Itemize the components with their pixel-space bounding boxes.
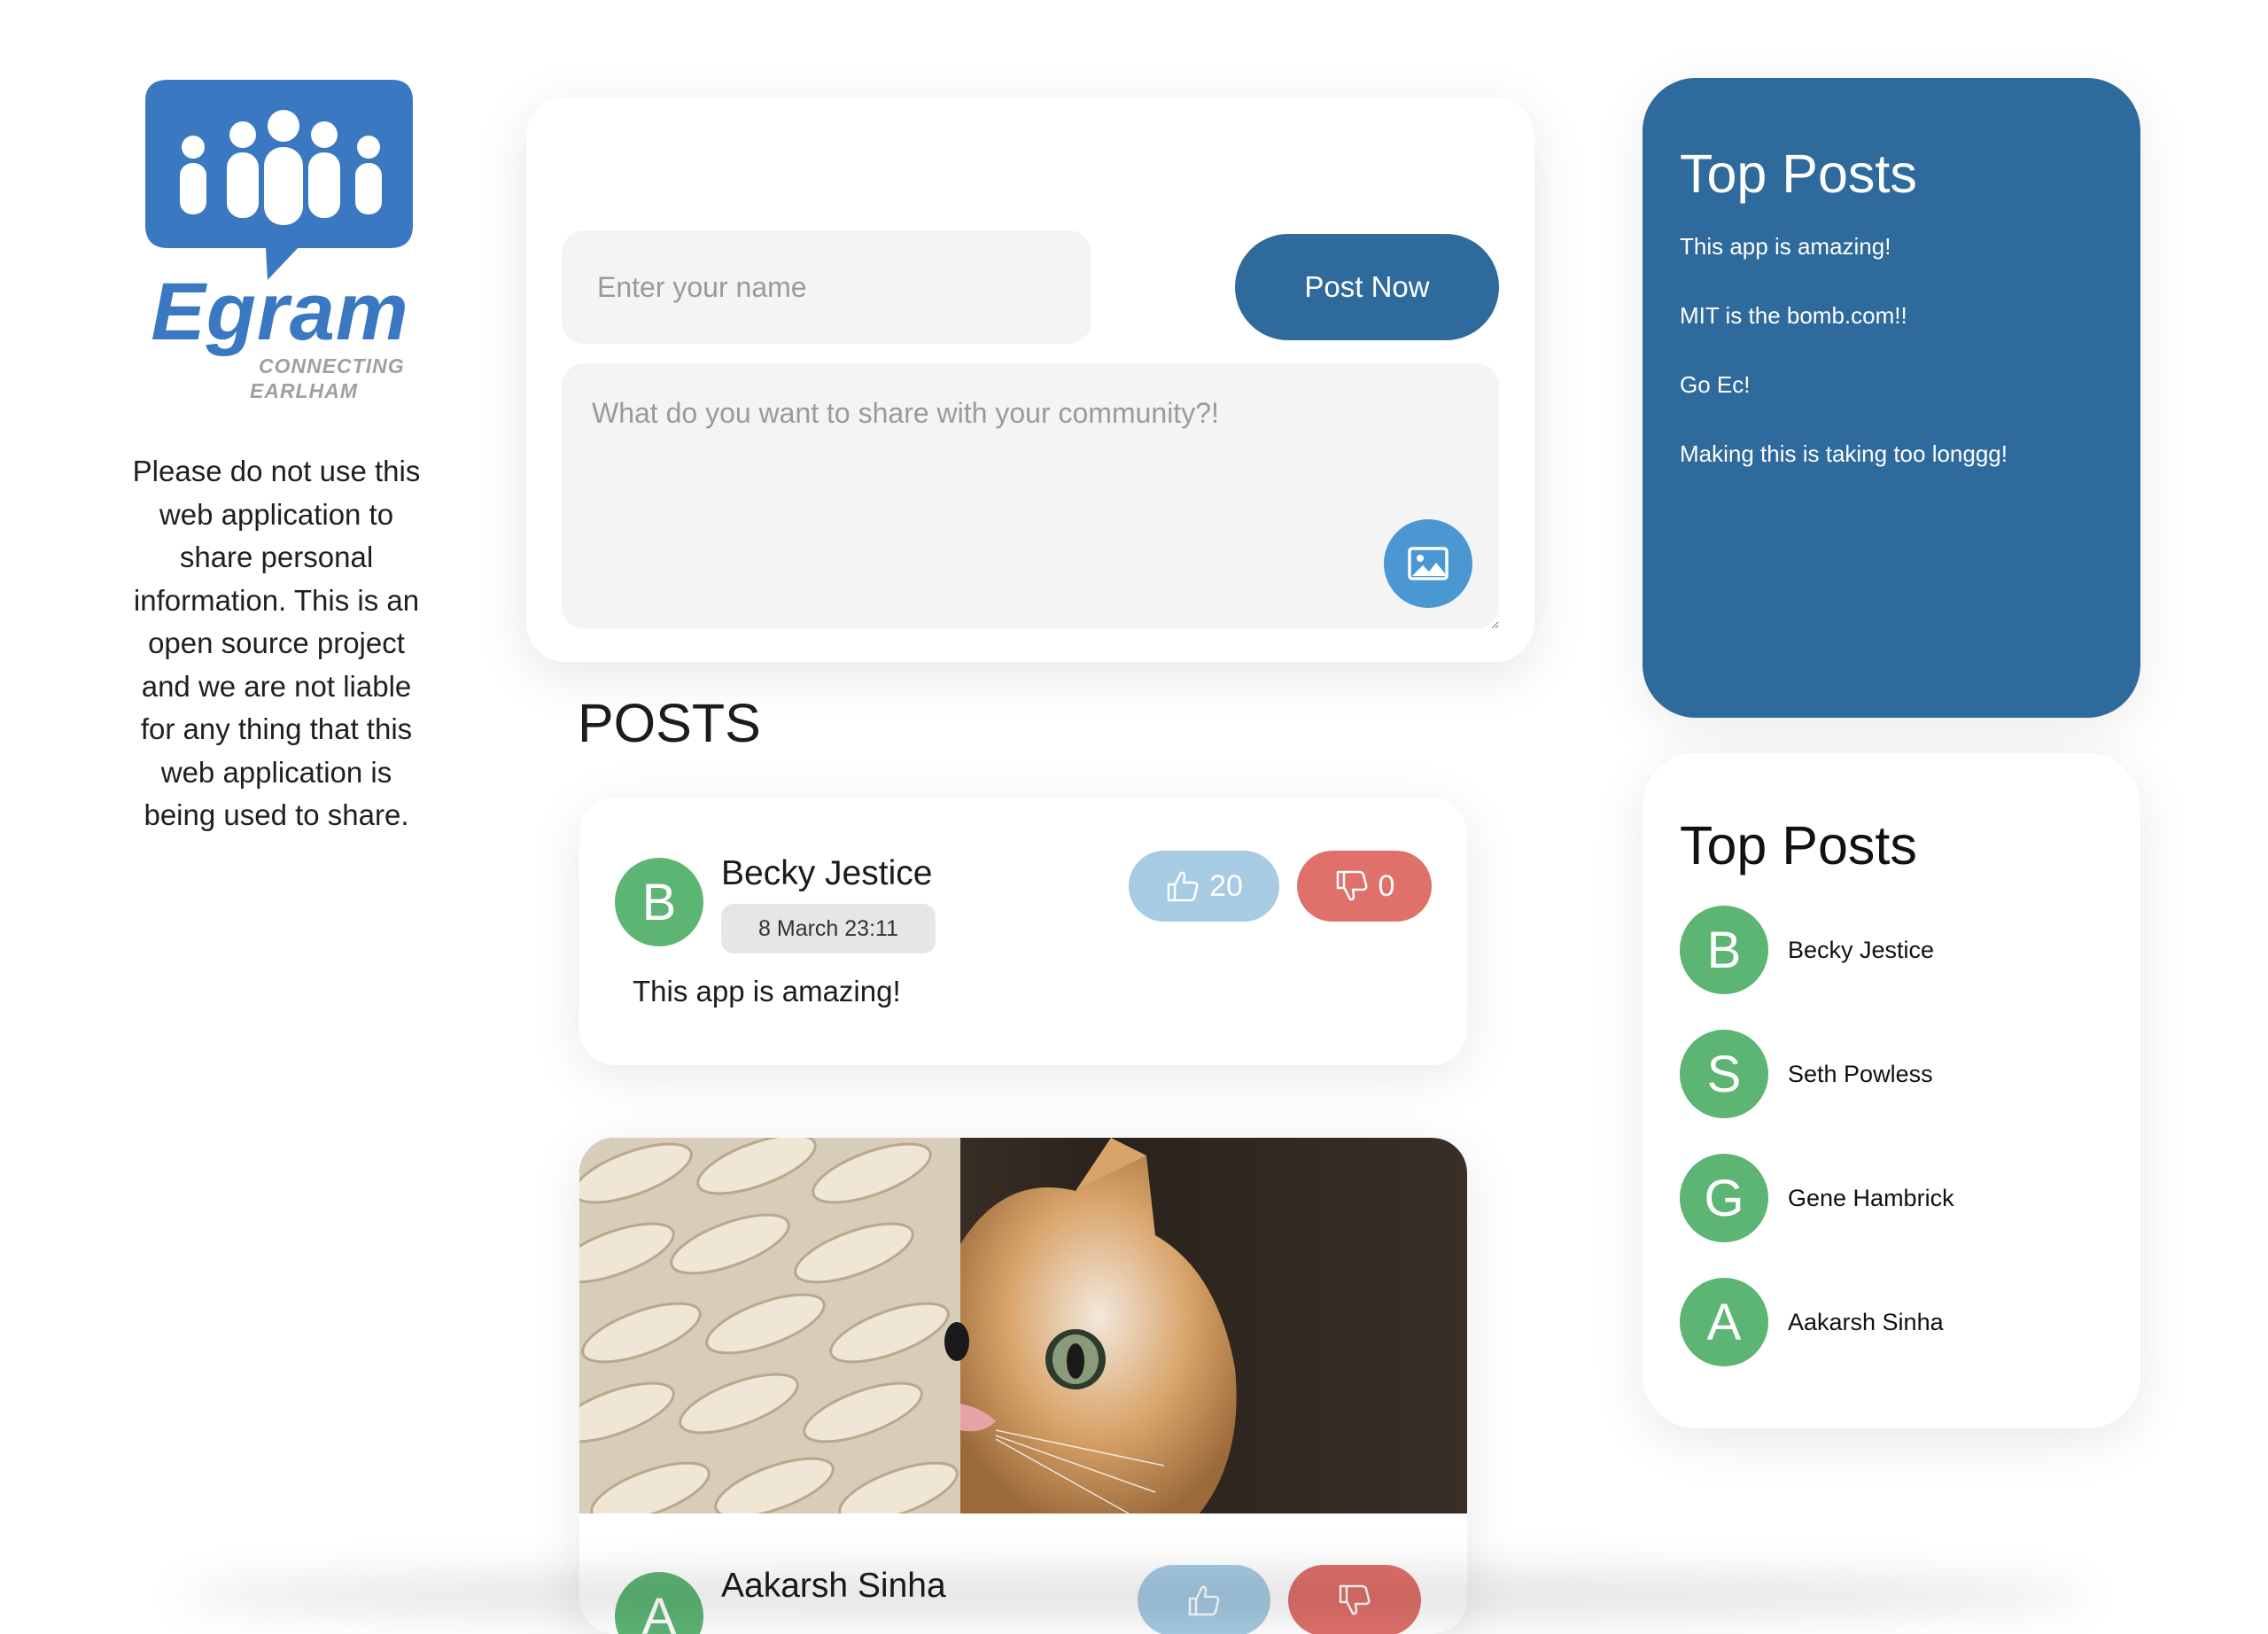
logo-tagline-1: CONNECTING (259, 354, 405, 377)
community-bubble-icon (145, 80, 413, 280)
post-author: Becky Jestice (721, 854, 933, 892)
post-card: A Aakarsh Sinha (579, 1138, 1467, 1634)
like-count: 20 (1209, 868, 1243, 903)
avatar: A (1680, 1278, 1768, 1366)
posts-heading: POSTS (578, 693, 761, 753)
top-user-name: Seth Powless (1788, 1060, 1933, 1087)
egram-logo[interactable]: Egram CONNECTING EARLHAM (142, 74, 418, 402)
top-posts-panel: Top Posts This app is amazing! MIT is th… (1643, 78, 2140, 718)
thumbs-down-icon (1336, 870, 1367, 901)
post-card: B Becky Jestice 8 March 23:11 This app i… (579, 798, 1467, 1065)
post-composer: Post Now (526, 97, 1534, 662)
top-post-item[interactable]: MIT is the bomb.com!! (1680, 301, 1907, 330)
thumbs-up-icon (1167, 871, 1199, 902)
dislike-count: 0 (1378, 868, 1395, 903)
like-button[interactable]: 20 (1129, 851, 1279, 922)
top-post-item[interactable]: This app is amazing! (1680, 232, 1891, 261)
top-user-name: Becky Jestice (1788, 936, 1935, 963)
post-content: This app is amazing! (633, 975, 901, 1008)
top-user-row[interactable]: G Gene Hambrick (1680, 1154, 1954, 1242)
image-upload-button[interactable] (1384, 519, 1472, 608)
top-users-title: Top Posts (1680, 815, 1917, 875)
top-user-name: Gene Hambrick (1788, 1184, 1954, 1211)
avatar: B (1680, 906, 1768, 994)
dislike-button[interactable]: 0 (1297, 851, 1432, 922)
post-now-button[interactable]: Post Now (1235, 234, 1499, 340)
post-image (579, 1138, 1467, 1513)
image-icon (1408, 547, 1449, 580)
top-users-panel: Top Posts B Becky Jestice S Seth Powless… (1643, 753, 2140, 1428)
message-input[interactable] (562, 363, 1499, 629)
avatar: G (1680, 1154, 1768, 1242)
name-input[interactable] (562, 230, 1091, 344)
footer-shadow (177, 1568, 2091, 1622)
avatar: B (615, 858, 703, 946)
logo-tagline-2: EARLHAM (250, 379, 358, 402)
avatar: S (1680, 1030, 1768, 1118)
top-post-item[interactable]: Making this is taking too longgg! (1680, 440, 2008, 468)
top-user-row[interactable]: S Seth Powless (1680, 1030, 1933, 1118)
top-user-row[interactable]: B Becky Jestice (1680, 906, 1934, 994)
post-timestamp: 8 March 23:11 (721, 904, 936, 953)
top-user-row[interactable]: A Aakarsh Sinha (1680, 1278, 1944, 1366)
logo-wordmark: Egram (151, 267, 409, 357)
top-user-name: Aakarsh Sinha (1788, 1308, 1944, 1335)
disclaimer-text: Please do not use this web application t… (132, 455, 421, 831)
top-post-item[interactable]: Go Ec! (1680, 370, 1750, 399)
top-posts-title: Top Posts (1680, 144, 1917, 204)
